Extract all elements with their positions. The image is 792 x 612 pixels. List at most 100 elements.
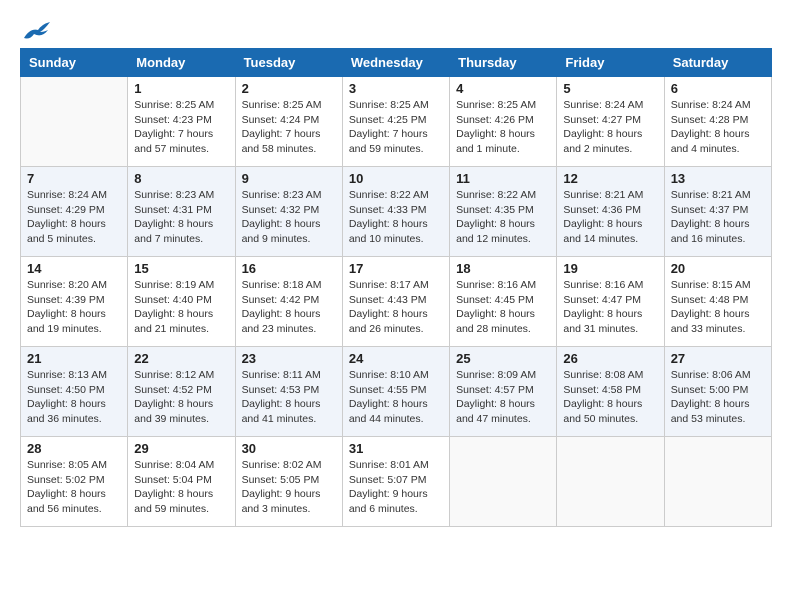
calendar-day-cell: 30 Sunrise: 8:02 AMSunset: 5:05 PMDayligh…: [235, 437, 342, 527]
calendar-day-cell: 26 Sunrise: 8:08 AMSunset: 4:58 PMDayligh…: [557, 347, 664, 437]
day-number: 4: [456, 81, 550, 96]
calendar-day-cell: 21 Sunrise: 8:13 AMSunset: 4:50 PMDayligh…: [21, 347, 128, 437]
day-number: 9: [242, 171, 336, 186]
day-info: Sunrise: 8:16 AMSunset: 4:47 PMDaylight:…: [563, 278, 657, 337]
day-info: Sunrise: 8:25 AMSunset: 4:25 PMDaylight:…: [349, 98, 443, 157]
day-number: 11: [456, 171, 550, 186]
day-number: 24: [349, 351, 443, 366]
day-number: 28: [27, 441, 121, 456]
calendar-day-cell: 24 Sunrise: 8:10 AMSunset: 4:55 PMDayligh…: [342, 347, 449, 437]
day-info: Sunrise: 8:22 AMSunset: 4:35 PMDaylight:…: [456, 188, 550, 247]
logo-bird-icon: [22, 20, 52, 44]
day-number: 7: [27, 171, 121, 186]
day-info: Sunrise: 8:19 AMSunset: 4:40 PMDaylight:…: [134, 278, 228, 337]
calendar-day-cell: 20Sunrise: 8:15 AMSunset: 4:48 PMDayligh…: [664, 257, 771, 347]
calendar-day-cell: 13Sunrise: 8:21 AMSunset: 4:37 PMDayligh…: [664, 167, 771, 257]
day-number: 12: [563, 171, 657, 186]
day-number: 19: [563, 261, 657, 276]
day-number: 16: [242, 261, 336, 276]
day-number: 17: [349, 261, 443, 276]
calendar-week-row: 21 Sunrise: 8:13 AMSunset: 4:50 PMDayligh…: [21, 347, 772, 437]
empty-cell: [664, 437, 771, 527]
calendar-table: SundayMondayTuesdayWednesdayThursdayFrid…: [20, 48, 772, 527]
day-info: Sunrise: 8:01 AMSunset: 5:07 PMDaylight:…: [349, 458, 443, 517]
day-number: 31: [349, 441, 443, 456]
calendar-day-cell: 14 Sunrise: 8:20 AMSunset: 4:39 PMDayligh…: [21, 257, 128, 347]
calendar-week-row: 1 Sunrise: 8:25 AMSunset: 4:23 PMDaylight…: [21, 77, 772, 167]
day-number: 8: [134, 171, 228, 186]
empty-cell: [21, 77, 128, 167]
day-info: Sunrise: 8:24 AMSunset: 4:27 PMDaylight:…: [563, 98, 657, 157]
calendar-day-cell: 31 Sunrise: 8:01 AMSunset: 5:07 PMDayligh…: [342, 437, 449, 527]
day-number: 14: [27, 261, 121, 276]
day-number: 15: [134, 261, 228, 276]
day-info: Sunrise: 8:05 AMSunset: 5:02 PMDaylight:…: [27, 458, 121, 517]
day-info: Sunrise: 8:11 AMSunset: 4:53 PMDaylight:…: [242, 368, 336, 427]
calendar-day-cell: 5 Sunrise: 8:24 AMSunset: 4:27 PMDaylight…: [557, 77, 664, 167]
day-info: Sunrise: 8:24 AMSunset: 4:28 PMDaylight:…: [671, 98, 765, 157]
calendar-day-cell: 15 Sunrise: 8:19 AMSunset: 4:40 PMDayligh…: [128, 257, 235, 347]
day-number: 22: [134, 351, 228, 366]
day-header-saturday: Saturday: [664, 49, 771, 77]
day-number: 21: [27, 351, 121, 366]
empty-cell: [450, 437, 557, 527]
day-number: 2: [242, 81, 336, 96]
day-number: 23: [242, 351, 336, 366]
day-info: Sunrise: 8:09 AMSunset: 4:57 PMDaylight:…: [456, 368, 550, 427]
day-number: 18: [456, 261, 550, 276]
day-info: Sunrise: 8:18 AMSunset: 4:42 PMDaylight:…: [242, 278, 336, 337]
day-number: 30: [242, 441, 336, 456]
day-number: 1: [134, 81, 228, 96]
day-info: Sunrise: 8:16 AMSunset: 4:45 PMDaylight:…: [456, 278, 550, 337]
day-info: Sunrise: 8:25 AMSunset: 4:26 PMDaylight:…: [456, 98, 550, 157]
day-info: Sunrise: 8:23 AMSunset: 4:32 PMDaylight:…: [242, 188, 336, 247]
day-header-tuesday: Tuesday: [235, 49, 342, 77]
day-number: 6: [671, 81, 765, 96]
day-info: Sunrise: 8:24 AMSunset: 4:29 PMDaylight:…: [27, 188, 121, 247]
day-header-monday: Monday: [128, 49, 235, 77]
calendar-day-cell: 16 Sunrise: 8:18 AMSunset: 4:42 PMDayligh…: [235, 257, 342, 347]
calendar-day-cell: 1 Sunrise: 8:25 AMSunset: 4:23 PMDaylight…: [128, 77, 235, 167]
day-header-thursday: Thursday: [450, 49, 557, 77]
calendar-day-cell: 23 Sunrise: 8:11 AMSunset: 4:53 PMDayligh…: [235, 347, 342, 437]
day-info: Sunrise: 8:20 AMSunset: 4:39 PMDaylight:…: [27, 278, 121, 337]
day-info: Sunrise: 8:21 AMSunset: 4:36 PMDaylight:…: [563, 188, 657, 247]
day-number: 26: [563, 351, 657, 366]
day-info: Sunrise: 8:21 AMSunset: 4:37 PMDaylight:…: [671, 188, 765, 247]
day-number: 5: [563, 81, 657, 96]
calendar-day-cell: 11 Sunrise: 8:22 AMSunset: 4:35 PMDayligh…: [450, 167, 557, 257]
day-info: Sunrise: 8:25 AMSunset: 4:23 PMDaylight:…: [134, 98, 228, 157]
day-header-sunday: Sunday: [21, 49, 128, 77]
calendar-day-cell: 27Sunrise: 8:06 AMSunset: 5:00 PMDayligh…: [664, 347, 771, 437]
day-number: 10: [349, 171, 443, 186]
calendar-day-cell: 7 Sunrise: 8:24 AMSunset: 4:29 PMDaylight…: [21, 167, 128, 257]
logo: [20, 20, 52, 38]
calendar-day-cell: 2 Sunrise: 8:25 AMSunset: 4:24 PMDaylight…: [235, 77, 342, 167]
day-number: 29: [134, 441, 228, 456]
day-number: 25: [456, 351, 550, 366]
day-info: Sunrise: 8:04 AMSunset: 5:04 PMDaylight:…: [134, 458, 228, 517]
calendar-day-cell: 6 Sunrise: 8:24 AMSunset: 4:28 PMDaylight…: [664, 77, 771, 167]
calendar-day-cell: 19 Sunrise: 8:16 AMSunset: 4:47 PMDayligh…: [557, 257, 664, 347]
calendar-day-cell: 8Sunrise: 8:23 AMSunset: 4:31 PMDaylight…: [128, 167, 235, 257]
day-info: Sunrise: 8:02 AMSunset: 5:05 PMDaylight:…: [242, 458, 336, 517]
calendar-header-row: SundayMondayTuesdayWednesdayThursdayFrid…: [21, 49, 772, 77]
calendar-day-cell: 17Sunrise: 8:17 AMSunset: 4:43 PMDayligh…: [342, 257, 449, 347]
day-number: 20: [671, 261, 765, 276]
day-info: Sunrise: 8:13 AMSunset: 4:50 PMDaylight:…: [27, 368, 121, 427]
calendar-day-cell: 3Sunrise: 8:25 AMSunset: 4:25 PMDaylight…: [342, 77, 449, 167]
calendar-week-row: 7 Sunrise: 8:24 AMSunset: 4:29 PMDaylight…: [21, 167, 772, 257]
calendar-day-cell: 22Sunrise: 8:12 AMSunset: 4:52 PMDayligh…: [128, 347, 235, 437]
day-header-wednesday: Wednesday: [342, 49, 449, 77]
empty-cell: [557, 437, 664, 527]
day-info: Sunrise: 8:10 AMSunset: 4:55 PMDaylight:…: [349, 368, 443, 427]
day-info: Sunrise: 8:08 AMSunset: 4:58 PMDaylight:…: [563, 368, 657, 427]
day-info: Sunrise: 8:22 AMSunset: 4:33 PMDaylight:…: [349, 188, 443, 247]
page-header: [20, 20, 772, 38]
calendar-day-cell: 9 Sunrise: 8:23 AMSunset: 4:32 PMDaylight…: [235, 167, 342, 257]
calendar-day-cell: 29 Sunrise: 8:04 AMSunset: 5:04 PMDayligh…: [128, 437, 235, 527]
day-number: 27: [671, 351, 765, 366]
calendar-day-cell: 25 Sunrise: 8:09 AMSunset: 4:57 PMDayligh…: [450, 347, 557, 437]
day-info: Sunrise: 8:25 AMSunset: 4:24 PMDaylight:…: [242, 98, 336, 157]
day-header-friday: Friday: [557, 49, 664, 77]
